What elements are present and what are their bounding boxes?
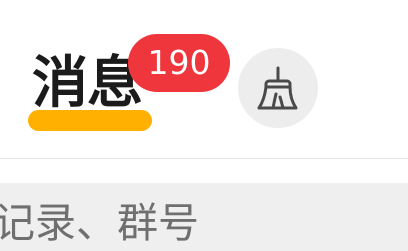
- unread-count-badge: 190: [128, 34, 230, 92]
- page-title: 消息: [32, 51, 143, 116]
- header-divider: [0, 158, 408, 159]
- search-placeholder-text: 记录、群号: [0, 199, 199, 247]
- clear-unread-button[interactable]: [238, 48, 318, 128]
- messages-header: 消息 190: [0, 0, 408, 158]
- broom-icon: [257, 66, 298, 110]
- search-bar[interactable]: 记录、群号: [0, 183, 408, 251]
- messages-page: 消息 190 记录、群号: [0, 0, 408, 251]
